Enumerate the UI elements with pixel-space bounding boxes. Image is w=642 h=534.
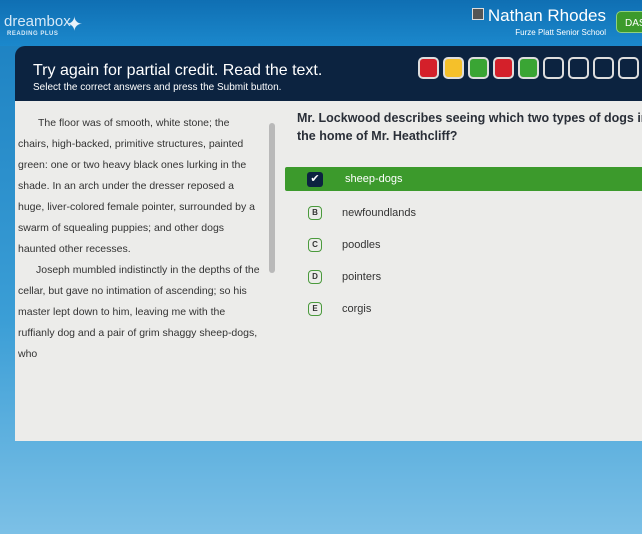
option-label: sheep-dogs (345, 173, 403, 185)
option-letter: C (308, 238, 322, 252)
question-text: Mr. Lockwood describes seeing which two … (297, 111, 642, 143)
top-bar: dreambox READING PLUS ✦ Nathan Rhodes Fu… (0, 0, 642, 46)
progress-square-correct (468, 57, 489, 79)
reading-passage: The floor was of smooth, white stone; th… (18, 113, 263, 365)
progress-indicator (418, 57, 642, 79)
progress-square-empty (593, 57, 614, 79)
passage-paragraph: Joseph mumbled indistinctly in the depth… (18, 264, 260, 360)
progress-square-empty (618, 57, 639, 79)
banner-title: Try again for partial credit. Read the t… (33, 62, 323, 79)
book-hand-logo-icon: ✦ (66, 14, 83, 36)
progress-square-incorrect (493, 57, 514, 79)
option-letter: E (308, 302, 322, 316)
user-name-text: Nathan Rhodes (487, 6, 606, 25)
option-label: corgis (342, 303, 372, 315)
passage-paragraph: The floor was of smooth, white stone; th… (18, 117, 255, 255)
instruction-banner: Try again for partial credit. Read the t… (15, 46, 642, 101)
option-letter: B (308, 206, 322, 220)
progress-square-correct (518, 57, 539, 79)
avatar (471, 8, 484, 20)
progress-square-incorrect (418, 57, 439, 79)
option-label: pointers (342, 271, 382, 283)
logo-subtitle: READING PLUS (7, 31, 59, 37)
option-label: poodles (342, 239, 381, 251)
answer-options: ✔ sheep-dogs Bnewfoundlands Cpoodles Dpoi… (285, 167, 642, 325)
progress-square-empty (568, 57, 589, 79)
dashboard-button[interactable]: DAS (616, 11, 642, 33)
option-e[interactable]: Ecorgis (285, 293, 642, 325)
option-b[interactable]: Bnewfoundlands (285, 197, 642, 229)
option-label: newfoundlands (342, 207, 417, 219)
option-a[interactable]: ✔ sheep-dogs (285, 167, 642, 191)
logo: dreambox (4, 13, 71, 30)
passage-scrollbar[interactable] (269, 123, 275, 273)
progress-square-empty (543, 57, 564, 79)
progress-square-partial (443, 57, 464, 79)
option-d[interactable]: Dpointers (285, 261, 642, 293)
option-letter: D (308, 270, 322, 284)
user-name[interactable]: Nathan Rhodes (471, 6, 606, 26)
content-panel: The floor was of smooth, white stone; th… (15, 101, 642, 441)
banner-subtitle: Select the correct answers and press the… (33, 82, 282, 93)
school-name: Furze Platt Senior School (515, 28, 606, 37)
checkmark-icon: ✔ (307, 171, 323, 187)
option-c[interactable]: Cpoodles (285, 229, 642, 261)
